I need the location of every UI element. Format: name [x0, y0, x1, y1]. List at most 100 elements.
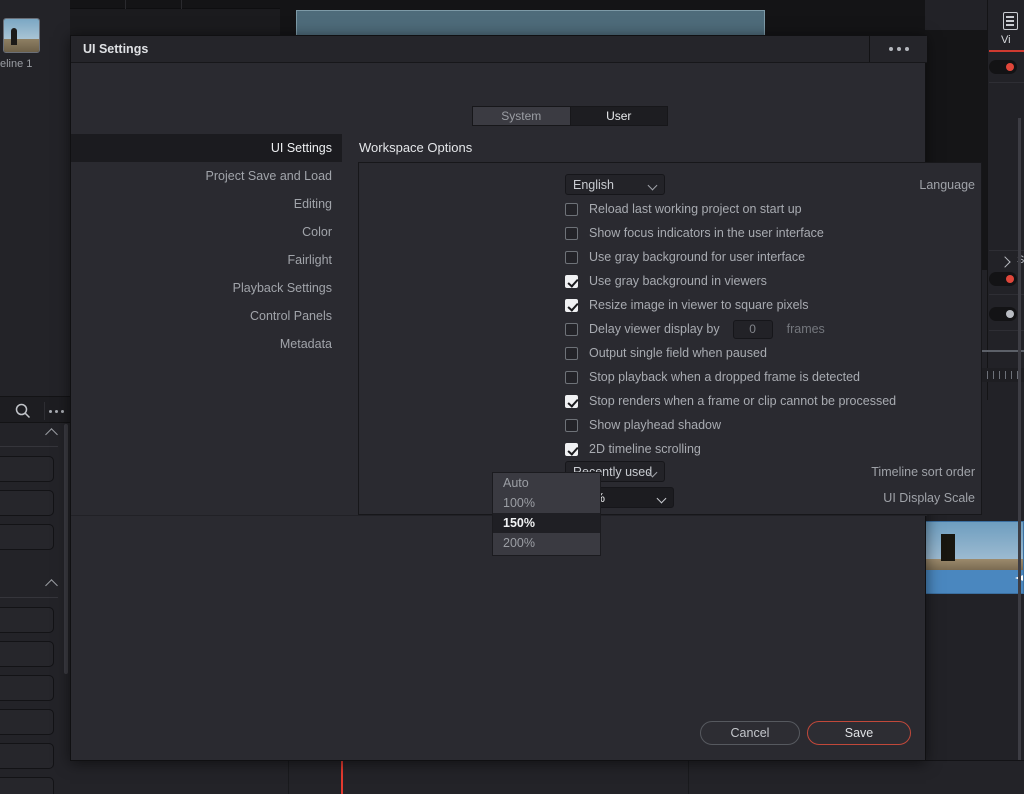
tab-user[interactable]: User: [569, 106, 668, 126]
dropdown-option-auto[interactable]: Auto: [493, 473, 600, 493]
sidebar-item-project-save-and-load[interactable]: Project Save and Load: [71, 162, 342, 190]
list-item[interactable]: [0, 777, 54, 794]
ui-display-scale-row: UI Display Scale 100%: [359, 486, 983, 510]
language-row: Language English: [359, 173, 983, 197]
list-item[interactable]: [0, 490, 54, 516]
checkbox-row-resize-square-pixels[interactable]: Resize image in viewer to square pixels: [565, 293, 809, 317]
checkbox[interactable]: [565, 370, 578, 384]
timeline-clip-bar: [296, 10, 765, 36]
checkbox[interactable]: [565, 226, 578, 240]
checkbox-row-show-playhead-shadow[interactable]: Show playhead shadow: [565, 413, 721, 437]
dropdown-option-100[interactable]: 100%: [493, 493, 600, 513]
delay-frames-unit: frames: [786, 322, 825, 336]
language-label: Language: [919, 178, 975, 192]
zoom-slider[interactable]: [977, 350, 1024, 352]
list-item[interactable]: [0, 641, 54, 667]
checkbox-label: Output single field when paused: [589, 346, 767, 360]
checkbox[interactable]: [565, 298, 578, 312]
list-item[interactable]: [0, 709, 54, 735]
chevron-down-icon: [647, 180, 658, 191]
dropdown-option-200[interactable]: 200%: [493, 533, 600, 553]
checkbox[interactable]: [565, 202, 578, 216]
sidebar-item-color[interactable]: Color: [71, 218, 342, 246]
checkbox-label: Stop renders when a frame or clip cannot…: [589, 394, 897, 408]
right-panel-scrollbar[interactable]: [1018, 118, 1021, 794]
dialog-tabs: System User: [472, 106, 668, 126]
ui-display-scale-label: UI Display Scale: [883, 491, 975, 505]
sidebar-item-editing[interactable]: Editing: [71, 190, 342, 218]
divider: [987, 0, 988, 400]
checkbox[interactable]: [565, 394, 578, 408]
left-panel: eline 1: [0, 0, 70, 794]
checkbox-row-gray-background-viewers[interactable]: Use gray background in viewers: [565, 269, 767, 293]
left-panel-collapse-2[interactable]: [0, 576, 70, 596]
checkbox[interactable]: [565, 274, 578, 288]
record-toggle[interactable]: [989, 272, 1017, 286]
workspace-options-group: Language English Reload last working pro…: [358, 162, 982, 515]
checkbox[interactable]: [565, 250, 578, 264]
checkbox[interactable]: [565, 418, 578, 432]
cancel-button[interactable]: Cancel: [700, 721, 800, 745]
left-panel-scrollbar[interactable]: [64, 424, 68, 674]
checkbox-row-reload-last-project[interactable]: Reload last working project on start up: [565, 197, 802, 221]
list-item[interactable]: [0, 524, 54, 550]
left-panel-toolbar: [0, 396, 70, 423]
checkbox-label: 2D timeline scrolling: [589, 442, 701, 456]
sidebar-item-control-panels[interactable]: Control Panels: [71, 302, 342, 330]
language-value: English: [573, 177, 614, 192]
checkbox-label: Show focus indicators in the user interf…: [589, 226, 824, 240]
timeline-sort-order-label: Timeline sort order: [871, 465, 975, 479]
checkbox-row-show-focus-indicators[interactable]: Show focus indicators in the user interf…: [565, 221, 824, 245]
checkbox-row-2d-timeline-scrolling[interactable]: 2D timeline scrolling: [565, 437, 701, 461]
timeline-sort-order-row: Timeline sort order Recently used: [359, 460, 983, 484]
timeline-thumbnail[interactable]: [3, 18, 40, 53]
divider: [0, 446, 58, 447]
section-title: Workspace Options: [359, 140, 473, 155]
dropdown-option-150[interactable]: 150%: [493, 513, 600, 533]
sidebar-item-fairlight[interactable]: Fairlight: [71, 246, 342, 274]
language-select[interactable]: English: [565, 174, 665, 195]
list-item[interactable]: [0, 456, 54, 482]
checkbox-row-output-single-field[interactable]: Output single field when paused: [565, 341, 767, 365]
checkbox[interactable]: [565, 442, 578, 456]
chevron-up-icon: [45, 428, 58, 441]
sidebar-item-metadata[interactable]: Metadata: [71, 330, 342, 358]
sidebar-item-ui-settings[interactable]: UI Settings: [71, 134, 342, 162]
checkbox-label: Use gray background for user interface: [589, 250, 806, 264]
left-panel-collapse-1[interactable]: [0, 425, 70, 445]
list-item[interactable]: [0, 607, 54, 633]
checkbox-row-stop-playback-dropped-frame[interactable]: Stop playback when a dropped frame is de…: [565, 365, 860, 389]
checkbox[interactable]: [565, 346, 578, 360]
checkbox-label: Stop playback when a dropped frame is de…: [589, 370, 861, 384]
ui-settings-dialog: UI Settings System User UI Settings Proj…: [70, 35, 982, 761]
ui-display-scale-dropdown[interactable]: Auto 100% 150% 200%: [492, 472, 601, 556]
dialog-title: UI Settings: [83, 42, 149, 56]
right-panel-tab-label[interactable]: Vi: [1001, 34, 1011, 46]
dialog-title-bar: UI Settings: [71, 36, 927, 63]
delay-frames-input[interactable]: 0: [732, 319, 773, 339]
checkbox[interactable]: [565, 322, 578, 336]
save-button[interactable]: Save: [807, 721, 911, 745]
record-toggle[interactable]: [989, 60, 1017, 74]
chevron-right-icon: [999, 256, 1011, 268]
checkbox-label: Use gray background in viewers: [589, 274, 767, 288]
dialog-menu-icon[interactable]: [869, 36, 927, 62]
checkbox-row-stop-renders[interactable]: Stop renders when a frame or clip cannot…: [565, 389, 896, 413]
list-item[interactable]: [0, 743, 54, 769]
mute-toggle[interactable]: [989, 307, 1017, 321]
left-panel-menu-icon[interactable]: [44, 402, 68, 420]
list-item[interactable]: [0, 675, 54, 701]
checkbox-label: Show playhead shadow: [589, 418, 722, 432]
divider: [0, 597, 58, 598]
chevron-down-icon: [656, 493, 667, 504]
dialog-sidebar: UI Settings Project Save and Load Editin…: [71, 134, 342, 358]
timeline-playhead[interactable]: [341, 758, 343, 794]
sidebar-item-playback-settings[interactable]: Playback Settings: [71, 274, 342, 302]
bottom-timeline-track: [70, 760, 1024, 794]
checkbox-row-delay-viewer-display[interactable]: Delay viewer display by 0 frames: [565, 317, 825, 341]
timeline-video-clip[interactable]: [925, 521, 1024, 594]
checkbox-label: Delay viewer display by: [589, 322, 720, 336]
tab-system[interactable]: System: [472, 106, 570, 126]
search-icon[interactable]: [14, 402, 32, 420]
checkbox-row-gray-background-ui[interactable]: Use gray background for user interface: [565, 245, 805, 269]
